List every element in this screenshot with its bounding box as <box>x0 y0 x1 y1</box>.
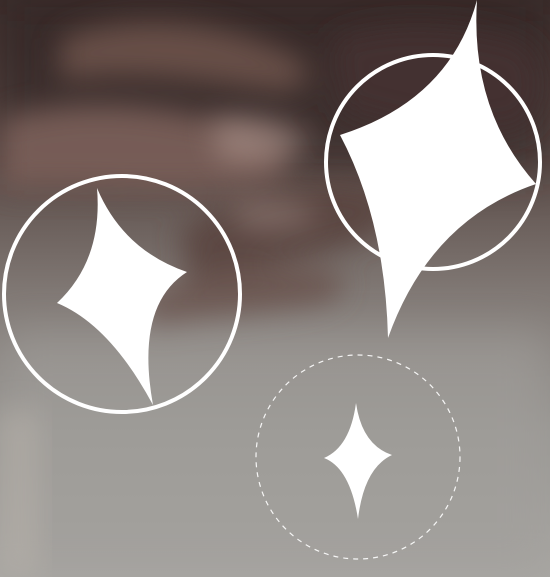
sparkle-overlay <box>2 0 542 560</box>
sparkle-icon <box>340 0 536 338</box>
bottom-dashed-sparkle <box>255 354 461 560</box>
right-circle-sparkle <box>324 0 542 338</box>
photo-scene <box>0 0 550 577</box>
left-circle-sparkle <box>2 174 242 414</box>
sparkle-icon <box>324 403 392 519</box>
sparkle-icon <box>57 188 187 405</box>
